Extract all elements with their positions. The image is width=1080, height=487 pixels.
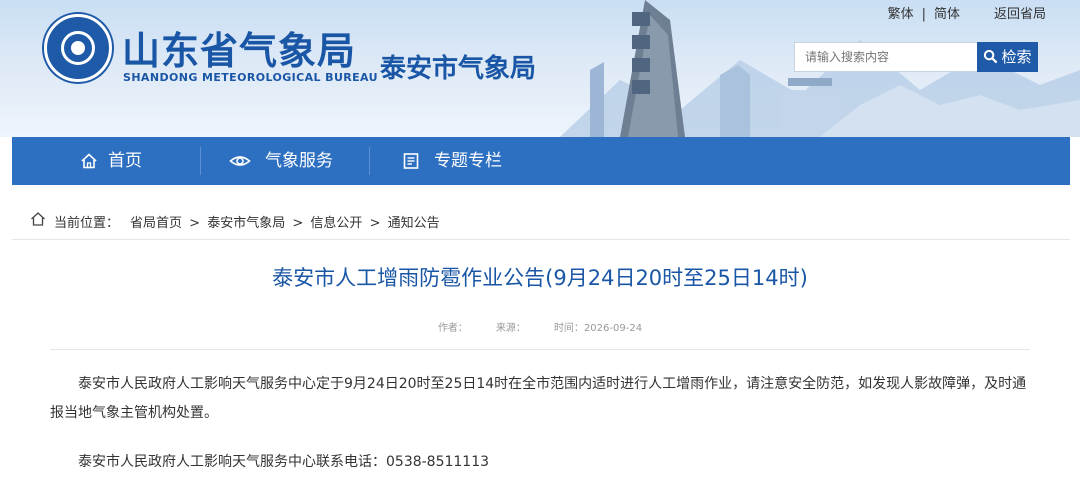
article-title: 泰安市人工增雨防雹作业公告(9月24日20时至25日14时) [272, 266, 808, 290]
search-button-label: 检索 [1001, 48, 1032, 66]
nav-separator [200, 147, 201, 175]
nav-item-label: 气象服务 [265, 151, 333, 171]
breadcrumb-item-province-home[interactable]: 省局首页 [130, 216, 182, 231]
breadcrumb-separator: > [369, 216, 381, 231]
top-links: 繁体 | 简体 返回省局 [888, 3, 1046, 22]
divider [12, 239, 1070, 240]
article-meta: 作者： 来源： 时间：2026-09-24 [0, 319, 1080, 334]
simplified-chinese-link[interactable]: 简体 [934, 3, 960, 22]
city-bureau-title: 泰安市气象局 [380, 54, 537, 84]
eye-icon [229, 156, 251, 166]
breadcrumb-item-notices[interactable]: 通知公告 [388, 216, 440, 231]
logo-title[interactable]: 山东省气象局 [122, 20, 356, 75]
breadcrumb-separator: > [292, 216, 304, 231]
main-nav: 首页 气象服务 专题专栏 [12, 137, 1070, 185]
search-button[interactable]: 检索 [977, 42, 1038, 72]
home-icon [81, 153, 97, 169]
link-separator: | [921, 7, 926, 22]
site-header: 山东省气象局 SHANDONG METEOROLOGICAL BUREAU 泰安… [0, 0, 1080, 137]
article-paragraph: 泰安市人民政府人工影响天气服务中心定于9月24日20时至25日14时在全市范围内… [50, 376, 1027, 421]
breadcrumb-separator: > [189, 216, 201, 231]
nav-item-label: 首页 [108, 151, 142, 171]
bureau-emblem-icon[interactable] [44, 14, 112, 82]
publish-time: 时间：2026-09-24 [554, 323, 642, 334]
search-box: 检索 [794, 42, 1038, 72]
time-label: 时间： [553, 323, 584, 334]
source-label: 来源： [495, 323, 526, 334]
breadcrumb-trail: 省局首页 > 泰安市气象局 > 信息公开 > 通知公告 [130, 212, 443, 231]
nav-item-label: 专题专栏 [434, 151, 502, 171]
search-icon [984, 49, 998, 64]
nav-separator [369, 147, 370, 175]
nav-item-weather-service[interactable]: 气象服务 [229, 137, 369, 185]
home-icon [31, 212, 45, 226]
nav-item-home[interactable]: 首页 [80, 137, 210, 185]
logo-subtitle: SHANDONG METEOROLOGICAL BUREAU [123, 71, 378, 84]
document-icon [403, 153, 419, 169]
article-paragraph: 泰安市人民政府人工影响天气服务中心联系电话：0538-8511113 [78, 454, 490, 470]
divider [50, 349, 1030, 350]
back-to-province-link[interactable]: 返回省局 [994, 3, 1046, 22]
breadcrumb-item-info-disclosure[interactable]: 信息公开 [310, 216, 362, 231]
author-label: 作者： [437, 323, 468, 334]
nav-item-special-topics[interactable]: 专题专栏 [402, 137, 542, 185]
time-value: 2026-09-24 [583, 323, 643, 334]
breadcrumb-item-city-bureau[interactable]: 泰安市气象局 [207, 216, 285, 231]
breadcrumb-prefix: 当前位置： [54, 216, 120, 231]
traditional-chinese-link[interactable]: 繁体 [888, 3, 914, 22]
search-input[interactable] [794, 42, 978, 72]
